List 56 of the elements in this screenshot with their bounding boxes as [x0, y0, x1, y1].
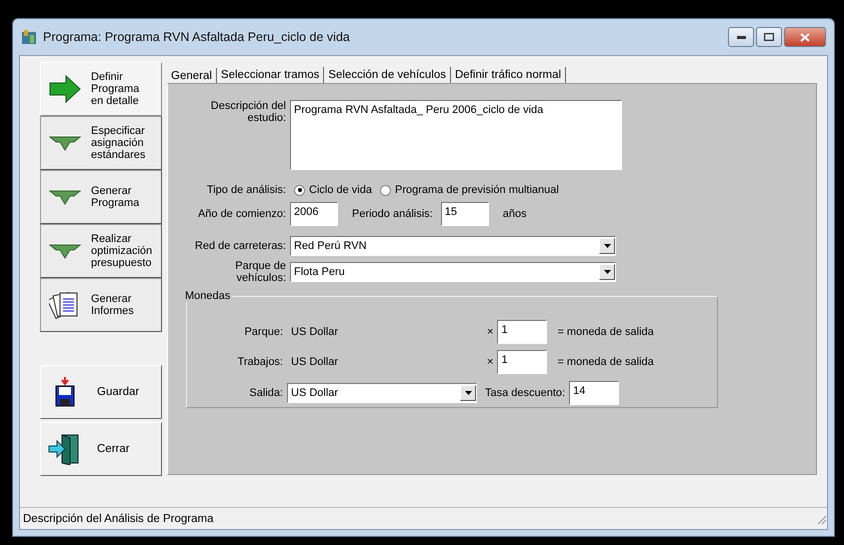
year-field[interactable]: 2006	[290, 202, 338, 226]
field-label: Red de carreteras:	[194, 240, 286, 252]
result-label: = moneda de salida	[557, 326, 654, 338]
fleet-dropdown[interactable]: Flota Peru	[290, 262, 616, 282]
arrow-down-icon	[49, 243, 81, 259]
currency-text: US Dollar	[290, 356, 340, 368]
dropdown-arrow-icon	[464, 391, 472, 395]
radio-button[interactable]	[380, 184, 391, 196]
field-label: Salida:	[248, 387, 283, 399]
group-title: Monedas	[184, 290, 232, 302]
field-label: Parque:	[243, 326, 283, 338]
window-title: Programa: Programa RVN Asfaltada Peru_ciclo de vida	[43, 30, 351, 44]
minimize-button[interactable]	[728, 27, 754, 47]
step-button[interactable]: Definir Programa en detalle	[40, 62, 162, 116]
arrow-down-icon	[49, 189, 81, 205]
field-label: Tasa descuento:	[485, 387, 566, 399]
period-field[interactable]: 15	[440, 202, 489, 226]
step-button[interactable]: Generar Programa	[40, 170, 162, 224]
close-button[interactable]: Cerrar	[40, 422, 162, 476]
field-label: Parque de vehículos:	[234, 260, 286, 284]
step-button[interactable]: Especificar asignación estándares	[40, 116, 162, 170]
description-field[interactable]: Programa RVN Asfaltada_ Peru 2006_ciclo de vida	[290, 100, 622, 170]
field-label: Trabajos:	[236, 356, 283, 368]
output-currency-dropdown[interactable]: US Dollar	[287, 383, 477, 403]
multiply-sign: ×	[487, 356, 494, 368]
step-button[interactable]: Generar Informes	[40, 278, 162, 332]
app-icon	[21, 29, 37, 45]
dropdown-arrow-icon	[604, 270, 610, 274]
maximize-button[interactable]	[756, 27, 782, 47]
discount-field[interactable]: 14	[569, 381, 620, 405]
field-label: Año de comienzo:	[196, 208, 286, 220]
floppy-disk-icon	[54, 377, 76, 407]
close-icon	[800, 32, 810, 42]
unit-label: años	[502, 208, 527, 220]
maximize-icon	[764, 33, 774, 41]
step-button[interactable]: Realizar optimización presupuesto	[40, 224, 162, 278]
close-button[interactable]	[784, 27, 826, 47]
factor-field[interactable]: 1	[497, 350, 548, 374]
resize-grip-icon	[815, 512, 827, 524]
radio-label: Ciclo de vida	[309, 184, 372, 196]
arrow-right-icon	[48, 74, 82, 104]
radio-label: Programa de previsión multianual	[394, 184, 559, 196]
result-label: = moneda de salida	[557, 356, 654, 368]
radio-button[interactable]	[294, 184, 305, 196]
arrow-down-icon	[49, 135, 81, 151]
dropdown-arrow-icon	[604, 244, 610, 248]
minimize-icon	[736, 36, 746, 38]
field-label: Descripción del estudio:	[210, 100, 286, 124]
network-dropdown[interactable]: Red Perú RVN	[290, 236, 616, 256]
multiply-sign: ×	[487, 326, 494, 338]
factor-field[interactable]: 1	[497, 320, 548, 344]
status-text: Descripción del Análisis de Programa	[23, 512, 214, 524]
field-label: Tipo de análisis:	[206, 184, 286, 196]
field-label: Periodo análisis:	[352, 208, 433, 220]
currency-text: US Dollar	[290, 326, 340, 338]
save-button[interactable]: Guardar	[40, 365, 162, 419]
